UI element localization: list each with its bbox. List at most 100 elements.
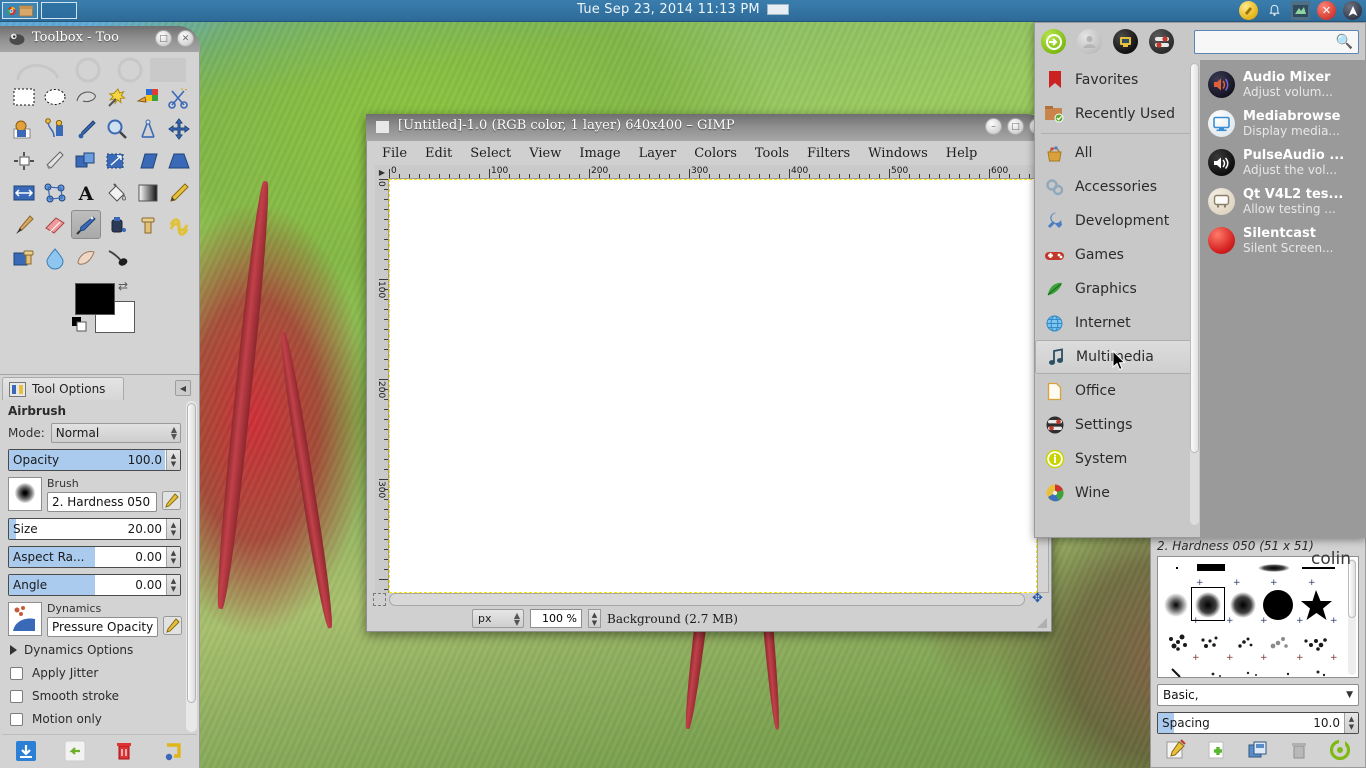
scrollbar-thumb[interactable] bbox=[1190, 63, 1199, 453]
sidebar-item-office[interactable]: Office bbox=[1035, 374, 1200, 408]
shear-tool[interactable] bbox=[133, 146, 163, 175]
horizontal-ruler[interactable]: 0 100 200 300 400 500 600 bbox=[389, 165, 1037, 179]
navigation-preview-button[interactable]: ✥ bbox=[1032, 591, 1047, 606]
dynamics-preview[interactable] bbox=[8, 602, 42, 636]
blend-tool[interactable] bbox=[133, 178, 163, 207]
measure-tool[interactable] bbox=[133, 114, 163, 143]
refresh-brushes-button[interactable] bbox=[1330, 739, 1351, 761]
tool-options-scrollbar[interactable] bbox=[186, 401, 197, 732]
quickmask-toggle[interactable] bbox=[373, 593, 386, 606]
menu-image[interactable]: Image bbox=[570, 143, 629, 164]
angle-spinner-icon[interactable]: ▲ ▼ bbox=[166, 575, 180, 595]
spacing-spinner-icon[interactable]: ▲ ▼ bbox=[1344, 713, 1358, 733]
tool-grid[interactable]: A bbox=[0, 52, 199, 273]
color-picker-tool[interactable] bbox=[71, 114, 101, 143]
tool-options-footer[interactable] bbox=[2, 734, 197, 766]
perspective-tool[interactable] bbox=[164, 146, 194, 175]
network-manager-icon[interactable] bbox=[1291, 1, 1310, 20]
horizontal-scrollbar[interactable] bbox=[389, 593, 1025, 606]
paintbrush-tool[interactable] bbox=[9, 210, 39, 239]
update-notifier-icon[interactable] bbox=[1239, 1, 1258, 20]
sidebar-item-wine[interactable]: Wine bbox=[1035, 476, 1200, 510]
airbrush-tool[interactable] bbox=[71, 210, 101, 239]
list-item[interactable]: Mediabrowse Display media... bbox=[1203, 104, 1365, 143]
sidebar-item-accessories[interactable]: Accessories bbox=[1035, 170, 1200, 204]
brush-grid-scrollbar[interactable] bbox=[1348, 559, 1356, 675]
new-brush-button[interactable] bbox=[1207, 740, 1227, 760]
minimize-button[interactable]: – bbox=[985, 118, 1002, 135]
scale-tool[interactable] bbox=[102, 146, 132, 175]
rect-select-tool[interactable] bbox=[9, 82, 39, 111]
menu-colors[interactable]: Colors bbox=[685, 143, 746, 164]
crop-tool[interactable] bbox=[40, 146, 70, 175]
sidebar-item-favorites[interactable]: Favorites bbox=[1035, 63, 1200, 97]
image-menubar[interactable]: File Edit Select View Image Layer Colors… bbox=[367, 141, 1051, 165]
perspective-clone-tool[interactable] bbox=[9, 242, 39, 271]
delete-tool-preset-button[interactable] bbox=[113, 740, 135, 762]
category-list[interactable]: Favorites Recently Used All Accessories … bbox=[1035, 60, 1200, 537]
list-item[interactable]: Silentcast Silent Screen... bbox=[1203, 221, 1365, 260]
rotate-tool[interactable] bbox=[71, 146, 101, 175]
mode-spinner-icon[interactable]: ▲ ▼ bbox=[171, 426, 177, 441]
save-tool-preset-button[interactable] bbox=[15, 740, 37, 762]
menu-view[interactable]: View bbox=[520, 143, 570, 164]
cage-transform-tool[interactable] bbox=[40, 178, 70, 207]
user-account-icon[interactable] bbox=[1077, 29, 1102, 54]
select-by-color-tool[interactable] bbox=[133, 82, 163, 111]
swap-colors-icon[interactable]: ⇄ bbox=[118, 279, 128, 293]
move-tool[interactable] bbox=[164, 114, 194, 143]
paths-tool[interactable] bbox=[40, 114, 70, 143]
foreground-select-tool[interactable] bbox=[9, 114, 39, 143]
toolbox-window-buttons[interactable]: □ ✕ bbox=[155, 30, 194, 47]
list-item[interactable]: Qt V4L2 tes... Allow testing ... bbox=[1203, 182, 1365, 221]
size-slider[interactable]: Size 20.00 ▲ ▼ bbox=[8, 518, 181, 540]
dynamics-select[interactable]: Pressure Opacity bbox=[47, 617, 159, 637]
motion-only-checkbox[interactable]: Motion only bbox=[10, 712, 185, 726]
collapse-dock-button[interactable]: ◀ bbox=[175, 380, 191, 396]
list-item[interactable]: Audio Mixer Adjust volum... bbox=[1203, 65, 1365, 104]
toolbox-titlebar[interactable]: Toolbox - Too □ ✕ bbox=[0, 26, 200, 52]
zoom-spinner-icon[interactable]: ▲ ▼ bbox=[588, 609, 601, 628]
settings-manager-icon[interactable] bbox=[1149, 29, 1174, 54]
fuzzy-select-tool[interactable] bbox=[102, 82, 132, 111]
ruler-origin-button[interactable]: ▶ bbox=[375, 165, 389, 179]
flip-tool[interactable] bbox=[9, 178, 39, 207]
opacity-slider[interactable]: Opacity 100.0 ▲ ▼ bbox=[8, 449, 181, 471]
sidebar-item-system[interactable]: System bbox=[1035, 442, 1200, 476]
maximize-button[interactable]: □ bbox=[1007, 118, 1024, 135]
size-spinner-icon[interactable]: ▲ ▼ bbox=[166, 519, 180, 539]
zoom-input[interactable]: 100 % bbox=[530, 609, 582, 628]
edit-brush-icon[interactable] bbox=[162, 491, 181, 510]
heal-tool[interactable] bbox=[164, 210, 194, 239]
menu-layer[interactable]: Layer bbox=[630, 143, 686, 164]
zoom-tool[interactable] bbox=[102, 114, 132, 143]
smooth-stroke-checkbox[interactable]: Smooth stroke bbox=[10, 689, 185, 703]
sidebar-item-graphics[interactable]: Graphics bbox=[1035, 272, 1200, 306]
clone-tool[interactable] bbox=[133, 210, 163, 239]
default-colors-icon[interactable] bbox=[72, 317, 87, 332]
sidebar-item-recently-used[interactable]: Recently Used bbox=[1035, 97, 1200, 131]
image-canvas[interactable] bbox=[389, 179, 1037, 593]
lock-screen-icon[interactable] bbox=[1113, 29, 1138, 54]
blur-sharpen-tool[interactable] bbox=[40, 242, 70, 271]
clock[interactable]: Tue Sep 23, 2014 11:13 PM bbox=[0, 2, 1366, 17]
sidebar-item-settings[interactable]: Settings bbox=[1035, 408, 1200, 442]
eraser-tool[interactable] bbox=[40, 210, 70, 239]
menu-edit[interactable]: Edit bbox=[416, 143, 461, 164]
restore-tool-preset-button[interactable] bbox=[64, 740, 86, 762]
menu-help[interactable]: Help bbox=[937, 143, 987, 164]
ink-tool[interactable] bbox=[102, 210, 132, 239]
brush-grid[interactable]: + + + + + + + + + + + + + + bbox=[1157, 556, 1359, 678]
opacity-spinner-icon[interactable]: ▲ ▼ bbox=[166, 450, 180, 470]
sidebar-item-all[interactable]: All bbox=[1035, 136, 1200, 170]
edit-brush-button[interactable] bbox=[1166, 739, 1186, 760]
aspect-ratio-slider[interactable]: Aspect Ra... 0.00 ▲ ▼ bbox=[8, 546, 181, 568]
menu-filters[interactable]: Filters bbox=[798, 143, 859, 164]
aspect-spinner-icon[interactable]: ▲ ▼ bbox=[166, 547, 180, 567]
dodge-burn-tool[interactable] bbox=[102, 242, 132, 271]
list-item[interactable]: PulseAudio ... Adjust the vol... bbox=[1203, 143, 1365, 182]
apply-jitter-checkbox[interactable]: Apply Jitter bbox=[10, 666, 185, 680]
free-select-tool[interactable] bbox=[71, 82, 101, 111]
resize-grip-icon[interactable] bbox=[1037, 618, 1047, 628]
alignment-tool[interactable] bbox=[9, 146, 39, 175]
